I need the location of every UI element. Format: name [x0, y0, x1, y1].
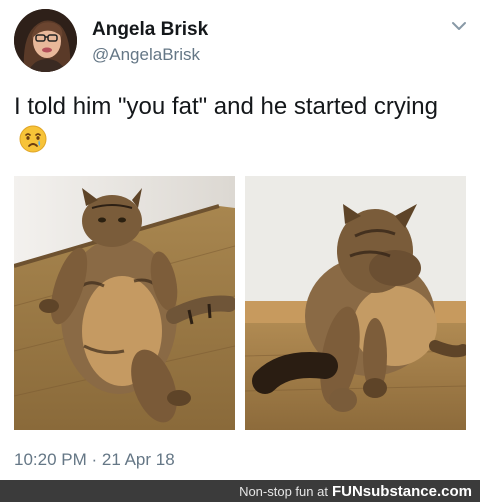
display-name[interactable]: Angela Brisk [92, 19, 208, 41]
crying-face-emoji-icon [19, 125, 47, 153]
avatar[interactable] [14, 9, 77, 72]
tweet-body: I told him "you fat" and he started cryi… [14, 93, 438, 120]
user-handle[interactable]: @AngelaBrisk [92, 45, 200, 65]
tweet-timestamp[interactable]: 10:20 PM · 21 Apr 18 [14, 450, 175, 470]
tweet-text: I told him "you fat" and he started cryi… [14, 90, 469, 158]
cat-covering-face-photo[interactable] [245, 176, 466, 430]
watermark-brand[interactable]: FUNsubstance.com [332, 483, 472, 500]
profile-photo-icon [14, 9, 77, 72]
tweet-card: Angela Brisk @AngelaBrisk I told him "yo… [0, 0, 480, 480]
sitting-fat-cat-photo[interactable] [14, 176, 235, 430]
watermark-tagline: Non-stop fun at [239, 483, 328, 499]
watermark-banner: Non-stop fun at FUNsubstance.com [0, 480, 480, 502]
chevron-down-icon[interactable] [449, 16, 469, 36]
